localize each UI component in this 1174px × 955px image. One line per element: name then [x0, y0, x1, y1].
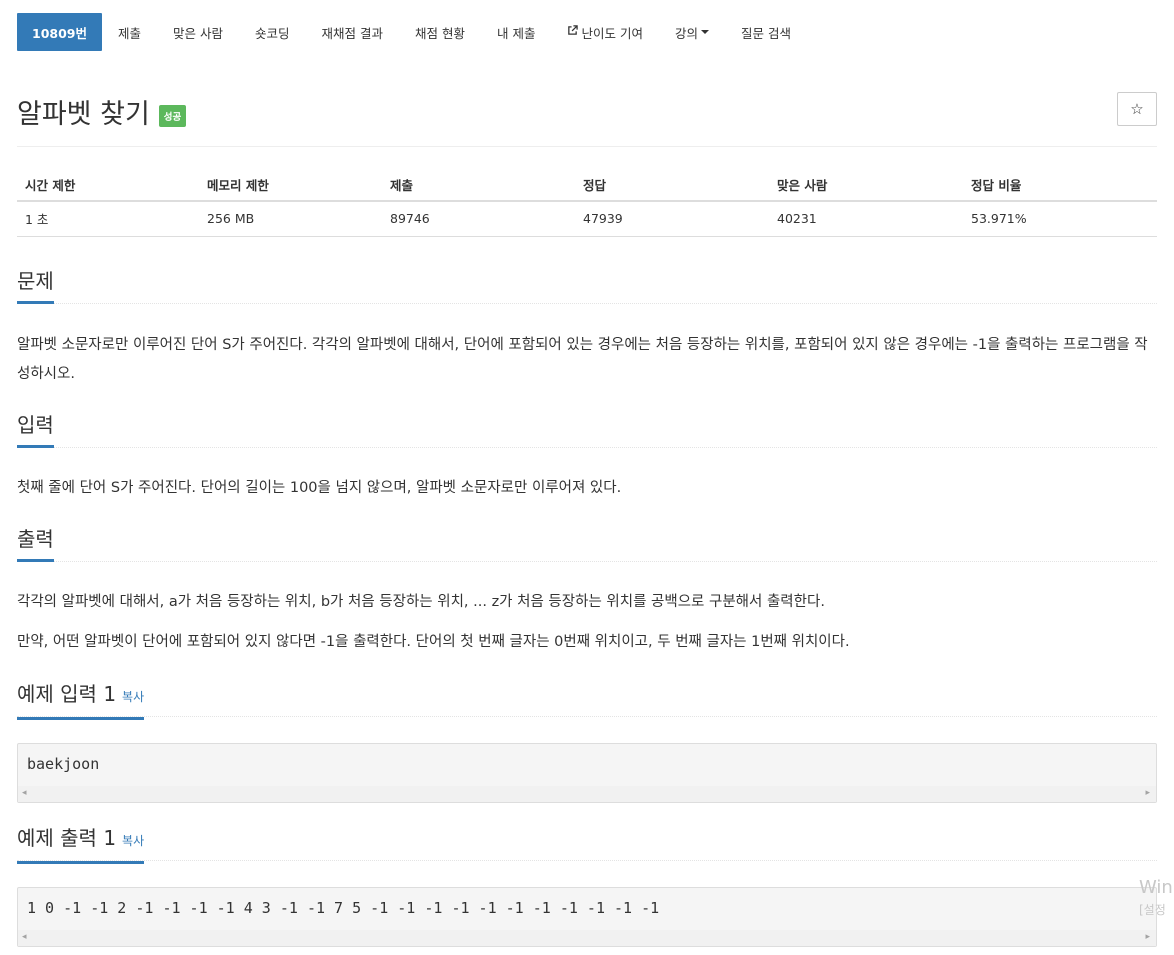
section-output-title: 출력	[17, 526, 54, 562]
nav-tab-my-submissions[interactable]: 내 제출	[481, 13, 551, 51]
nav-tab-rejudge[interactable]: 재채점 결과	[306, 13, 399, 51]
scroll-left-arrow-icon[interactable]: ◂	[22, 788, 27, 798]
nav-tab-difficulty[interactable]: 난이도 기여	[551, 13, 658, 51]
section-sample-input-header: 예제 입력 1 복사	[17, 681, 1157, 720]
nav-tab-question-search[interactable]: 질문 검색	[725, 13, 807, 51]
accepted-value: 47939	[575, 201, 769, 237]
section-sample-output-header: 예제 출력 1 복사	[17, 825, 1157, 864]
time-limit-value: 1 초	[17, 201, 199, 237]
favorite-star-button[interactable]: ☆	[1117, 92, 1157, 126]
scroll-right-arrow-icon[interactable]: ▸	[1145, 932, 1150, 942]
nav-tab-short-coding[interactable]: 숏코딩	[239, 13, 306, 51]
nav-tab-submit[interactable]: 제출	[102, 13, 157, 51]
windows-watermark-title: Win	[1139, 877, 1173, 898]
header-solved-users: 맞은 사람	[769, 168, 963, 202]
memory-limit-value: 256 MB	[199, 201, 382, 237]
header-memory-limit: 메모리 제한	[199, 168, 382, 202]
nav-tab-status[interactable]: 채점 현황	[399, 13, 481, 51]
accept-ratio-value: 53.971%	[963, 201, 1157, 237]
nav-tab-lectures-dropdown[interactable]: 강의	[659, 13, 725, 51]
header-submissions: 제출	[382, 168, 575, 202]
sample-input-heading: 예제 입력 1 복사	[17, 681, 145, 720]
nav-tab-label: 채점 현황	[415, 25, 465, 41]
table-header-row: 시간 제한 메모리 제한 제출 정답 맞은 사람 정답 비율	[17, 168, 1157, 202]
table-row: 1 초 256 MB 89746 47939 40231 53.971%	[17, 201, 1157, 237]
nav-tab-label: 재채점 결과	[321, 25, 383, 41]
sample-output-title: 예제 출력 1	[17, 826, 117, 850]
sample-output-heading: 예제 출력 1 복사	[17, 825, 145, 864]
header-accept-ratio: 정답 비율	[963, 168, 1157, 202]
copy-sample-input-link[interactable]: 복사	[122, 690, 144, 704]
nav-tab-label: 숏코딩	[255, 25, 290, 41]
scroll-left-arrow-icon[interactable]: ◂	[22, 932, 27, 942]
problem-info-table: 시간 제한 메모리 제한 제출 정답 맞은 사람 정답 비율 1 초 256 M…	[17, 168, 1157, 237]
section-input-header: 입력	[17, 412, 1157, 448]
nav-tab-label: 내 제출	[496, 25, 536, 41]
nav-tab-correct-users[interactable]: 맞은 사람	[157, 13, 239, 51]
submissions-value: 89746	[382, 201, 575, 237]
title-divider	[17, 146, 1157, 147]
header-accepted: 정답	[575, 168, 769, 202]
solved-users-value: 40231	[769, 201, 963, 237]
section-problem-title: 문제	[17, 268, 54, 304]
nav-tab-label: 10809번	[32, 25, 87, 41]
scroll-right-arrow-icon[interactable]: ▸	[1145, 788, 1150, 798]
page-title: 알파벳 찾기	[17, 99, 150, 130]
problem-description: 알파벳 소문자로만 이루어진 단어 S가 주어진다. 각각의 알파벳에 대해서,…	[17, 337, 1148, 382]
problem-nav: 10809번 제출 맞은 사람 숏코딩 재채점 결과 채점 현황 내 제출 난이…	[17, 13, 807, 51]
status-badge: 성공	[158, 104, 187, 127]
nav-tab-label: 맞은 사람	[173, 25, 223, 41]
output-description-1: 각각의 알파벳에 대해서, a가 처음 등장하는 위치, b가 처음 등장하는 …	[17, 594, 825, 610]
sample-input-code: baekjoon	[27, 755, 100, 773]
windows-watermark-subtitle: [설정	[1139, 903, 1166, 917]
input-description: 첫째 줄에 단어 S가 주어진다. 단어의 길이는 100을 넘지 않으며, 알…	[17, 480, 622, 496]
horizontal-scrollbar[interactable]: ◂ ▸	[18, 786, 1156, 802]
sample-input-block: baekjoon ◂ ▸	[17, 743, 1157, 803]
nav-tab-label: 질문 검색	[740, 25, 791, 41]
copy-sample-output-link[interactable]: 복사	[122, 834, 144, 848]
section-problem-header: 문제	[17, 268, 1157, 304]
caret-down-icon	[700, 30, 709, 34]
section-output-header: 출력	[17, 526, 1157, 562]
section-input-title: 입력	[17, 412, 54, 448]
sample-output-block: 1 0 -1 -1 2 -1 -1 -1 -1 4 3 -1 -1 7 5 -1…	[17, 887, 1157, 947]
header-time-limit: 시간 제한	[17, 168, 199, 202]
sample-input-title: 예제 입력 1	[17, 682, 117, 706]
nav-tab-label: 제출	[118, 25, 142, 41]
star-icon: ☆	[1130, 100, 1144, 118]
sample-output-code: 1 0 -1 -1 2 -1 -1 -1 -1 4 3 -1 -1 7 5 -1…	[27, 899, 660, 917]
nav-tab-label: 난이도 기여	[581, 25, 643, 41]
nav-tab-problem[interactable]: 10809번	[17, 13, 102, 51]
title-row: 알파벳 찾기 성공	[17, 92, 187, 131]
external-link-icon	[567, 25, 579, 39]
output-description-2: 만약, 어떤 알파벳이 단어에 포함되어 있지 않다면 -1을 출력한다. 단어…	[17, 634, 850, 650]
horizontal-scrollbar[interactable]: ◂ ▸	[18, 930, 1156, 946]
nav-tab-label: 강의	[674, 25, 698, 41]
